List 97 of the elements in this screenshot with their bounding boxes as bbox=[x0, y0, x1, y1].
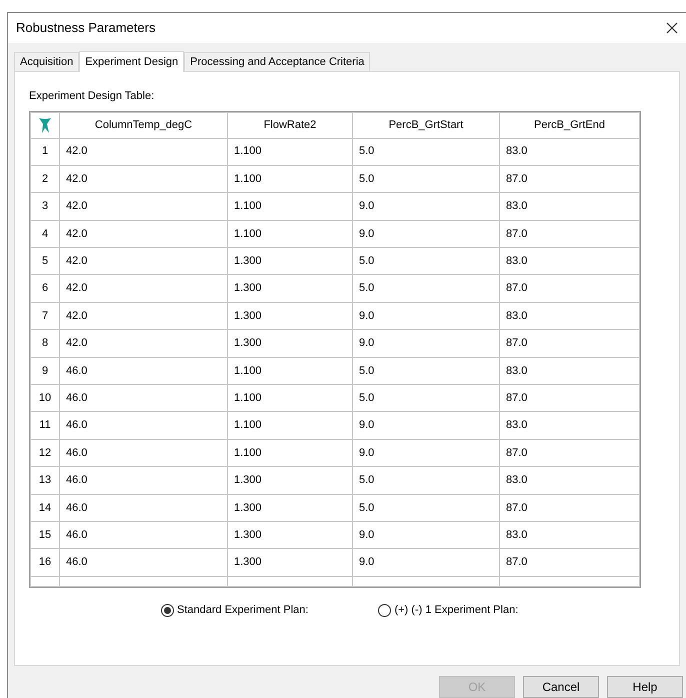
tab[interactable]: Acquisition bbox=[14, 52, 80, 71]
table-cell: 87.0 bbox=[500, 439, 640, 467]
row-header[interactable]: 5 bbox=[30, 248, 60, 275]
table-cell: 87.0 bbox=[500, 165, 640, 193]
table-cell: 5.0 bbox=[352, 357, 500, 385]
select-all-icon[interactable] bbox=[37, 116, 53, 134]
column-header[interactable]: FlowRate2 bbox=[228, 112, 352, 138]
row-header[interactable]: 14 bbox=[30, 494, 60, 522]
table-cell: 83.0 bbox=[500, 521, 640, 549]
radio-button[interactable] bbox=[161, 604, 174, 616]
row-header[interactable]: 13 bbox=[30, 466, 60, 494]
table-cell: 1.300 bbox=[228, 248, 352, 275]
dialog-button[interactable]: Cancel bbox=[523, 676, 599, 698]
table-cell: 5.0 bbox=[352, 384, 500, 412]
table-cell: 1.300 bbox=[228, 494, 352, 522]
column-header[interactable]: PercB_GrtEnd bbox=[500, 112, 640, 138]
row-header[interactable]: 10 bbox=[30, 384, 60, 412]
table-cell: 83.0 bbox=[500, 412, 640, 440]
table-cell: 1.300 bbox=[228, 548, 352, 576]
radio-option[interactable]: (+) (-) 1 Experiment Plan: bbox=[378, 602, 518, 618]
table-cell: 42.0 bbox=[60, 330, 228, 358]
table-cell: 5.0 bbox=[352, 248, 500, 275]
table-cell: 9.0 bbox=[352, 302, 500, 330]
table-cell: 1.100 bbox=[228, 165, 352, 193]
table-cell: 1.300 bbox=[228, 466, 352, 494]
table-cell: 87.0 bbox=[500, 494, 640, 522]
table-cell: 1.300 bbox=[228, 302, 352, 330]
table-cell: 87.0 bbox=[500, 220, 640, 248]
table-cell: 83.0 bbox=[500, 357, 640, 385]
tab[interactable]: Experiment Design bbox=[79, 51, 184, 72]
table-cell: 87.0 bbox=[500, 548, 640, 576]
row-header[interactable]: 12 bbox=[30, 439, 60, 467]
table-cell: 46.0 bbox=[60, 357, 228, 385]
row-header[interactable]: 4 bbox=[30, 220, 60, 248]
table-cell: 46.0 bbox=[60, 439, 228, 467]
table-cell: 42.0 bbox=[60, 165, 228, 193]
table-cell: 9.0 bbox=[352, 220, 500, 248]
table-cell: 9.0 bbox=[352, 439, 500, 467]
table-cell: 9.0 bbox=[352, 192, 500, 220]
table-cell: 83.0 bbox=[500, 302, 640, 330]
table-cell: 42.0 bbox=[60, 220, 228, 248]
row-header[interactable]: 8 bbox=[30, 330, 60, 358]
table-cell: 87.0 bbox=[500, 384, 640, 412]
table-cell: 87.0 bbox=[500, 274, 640, 302]
table-cell: 1.300 bbox=[228, 274, 352, 302]
table-cell: 46.0 bbox=[60, 548, 228, 576]
table-cell: 1.100 bbox=[228, 192, 352, 220]
dialog-button[interactable]: Help bbox=[607, 676, 683, 698]
row-header[interactable]: 1 bbox=[30, 138, 60, 166]
table-cell: 1.100 bbox=[228, 220, 352, 248]
table-cell: 1.300 bbox=[228, 521, 352, 549]
table-cell: 9.0 bbox=[352, 521, 500, 549]
table-cell: 5.0 bbox=[352, 138, 500, 166]
table-cell: 1.100 bbox=[228, 439, 352, 467]
table-cell: 1.100 bbox=[228, 384, 352, 412]
table-cell: 83.0 bbox=[500, 192, 640, 220]
row-header[interactable]: 7 bbox=[30, 302, 60, 330]
table-cell: 5.0 bbox=[352, 466, 500, 494]
table-cell: 83.0 bbox=[500, 248, 640, 275]
table-cell: 46.0 bbox=[60, 384, 228, 412]
table-cell: 42.0 bbox=[60, 192, 228, 220]
table-caption: Experiment Design Table: bbox=[29, 89, 156, 104]
table-cell: 1.100 bbox=[228, 138, 352, 166]
table-cell: 9.0 bbox=[352, 330, 500, 358]
column-header[interactable]: PercB_GrtStart bbox=[352, 112, 500, 138]
row-header[interactable]: 9 bbox=[30, 357, 60, 385]
table-cell: 42.0 bbox=[60, 302, 228, 330]
row-header[interactable]: 11 bbox=[30, 412, 60, 440]
row-header[interactable]: 6 bbox=[30, 274, 60, 302]
table-cell: 46.0 bbox=[60, 494, 228, 522]
tab[interactable]: Processing and Acceptance Criteria bbox=[184, 52, 370, 71]
table-cell: 87.0 bbox=[500, 330, 640, 358]
row-header[interactable]: 15 bbox=[30, 521, 60, 549]
column-header[interactable]: ColumnTemp_degC bbox=[60, 112, 228, 138]
radio-button[interactable] bbox=[378, 604, 392, 616]
row-header[interactable]: 3 bbox=[30, 192, 60, 220]
table-cell: 46.0 bbox=[60, 466, 228, 494]
row-header[interactable]: 16 bbox=[30, 548, 60, 576]
radio-option[interactable]: Standard Experiment Plan: bbox=[161, 602, 308, 618]
table-cell: 9.0 bbox=[352, 548, 500, 576]
table-cell: 1.100 bbox=[228, 357, 352, 385]
table-cell: 83.0 bbox=[500, 466, 640, 494]
table-cell: 1.300 bbox=[228, 330, 352, 358]
table-cell: 83.0 bbox=[500, 138, 640, 166]
table-cell: 9.0 bbox=[352, 412, 500, 440]
row-header[interactable]: 2 bbox=[30, 165, 60, 193]
table-cell: 42.0 bbox=[60, 248, 228, 275]
table-cell: 5.0 bbox=[352, 494, 500, 522]
table-cell: 46.0 bbox=[60, 412, 228, 440]
table-cell: 42.0 bbox=[60, 138, 228, 166]
table-cell: 1.100 bbox=[228, 412, 352, 440]
table-cell: 5.0 bbox=[352, 274, 500, 302]
close-icon bbox=[666, 22, 678, 34]
table-cell: 46.0 bbox=[60, 521, 228, 549]
table-cell: 42.0 bbox=[60, 274, 228, 302]
window-title: Robustness Parameters bbox=[16, 19, 156, 38]
table-cell: 5.0 bbox=[352, 165, 500, 193]
